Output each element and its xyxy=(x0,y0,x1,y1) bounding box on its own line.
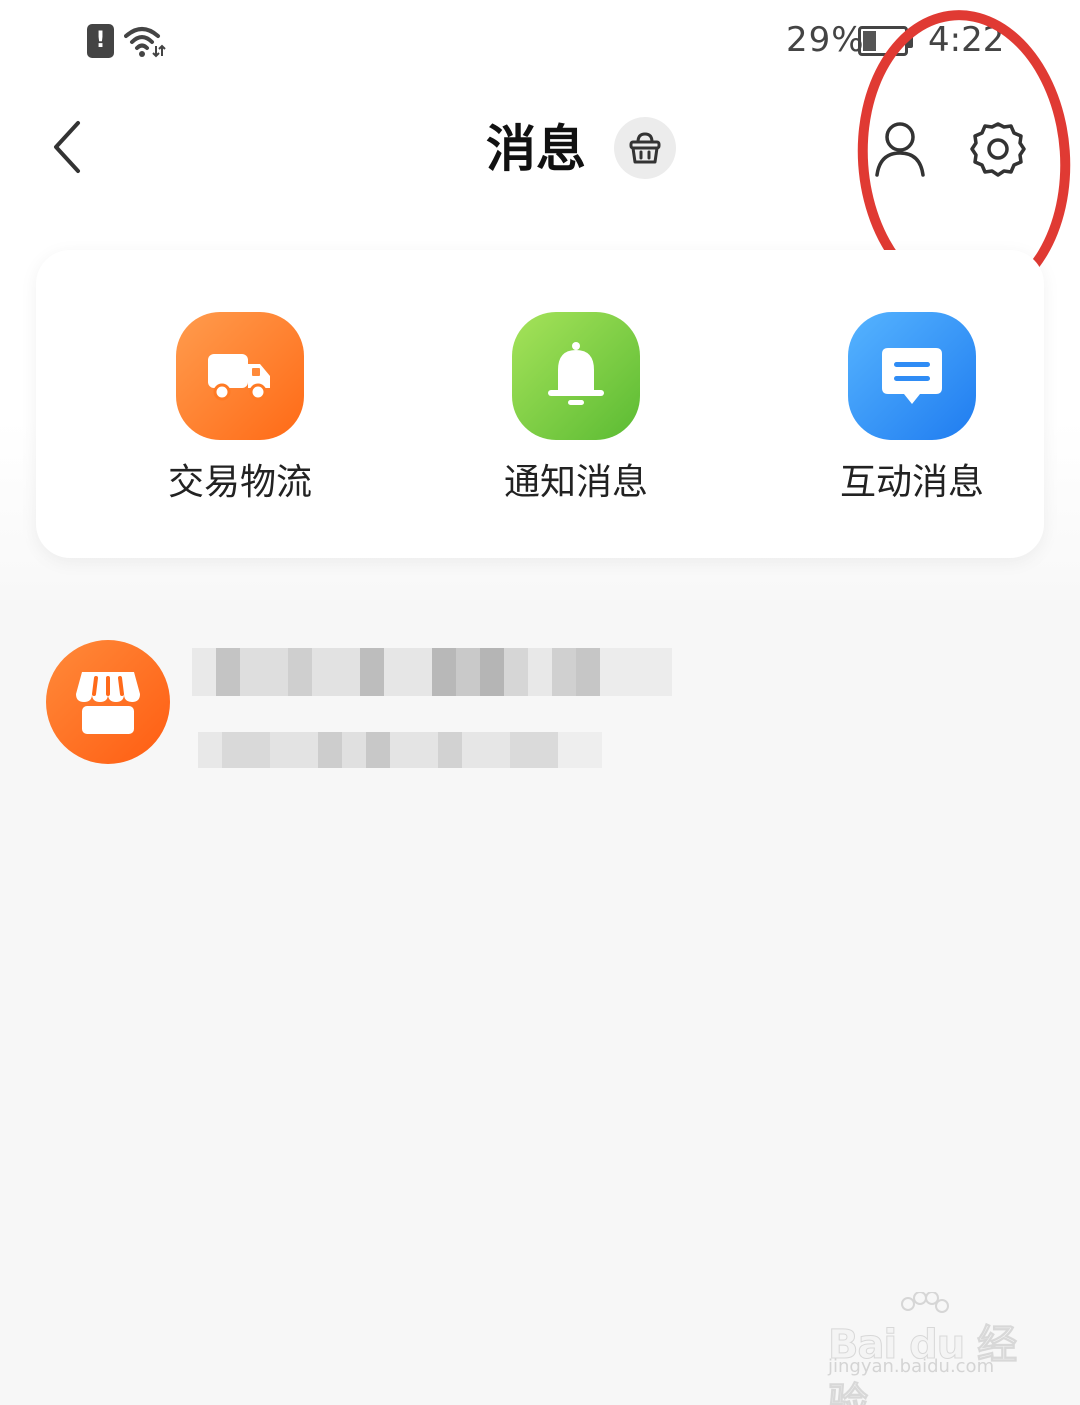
store-icon xyxy=(76,672,140,734)
battery-fill xyxy=(863,31,876,51)
nav-bar: 消息 xyxy=(0,95,1080,205)
conversation-name-redacted xyxy=(192,648,672,696)
category-trade-logistics[interactable]: 交易物流 xyxy=(140,312,340,512)
clock: 4:22 xyxy=(928,20,1005,60)
battery-tip xyxy=(908,34,913,48)
truck-icon xyxy=(176,312,304,440)
page-title: 消息 xyxy=(486,120,586,178)
store-avatar xyxy=(46,640,170,764)
conversation-item[interactable] xyxy=(0,620,1080,810)
category-label: 互动消息 xyxy=(839,462,984,503)
chat-message-icon xyxy=(848,312,976,440)
category-label: 交易物流 xyxy=(167,462,312,503)
bell-icon xyxy=(512,312,640,440)
settings-gear-icon[interactable] xyxy=(968,119,1028,179)
category-notifications[interactable]: 通知消息 xyxy=(476,312,676,512)
back-arrow-icon[interactable] xyxy=(40,115,100,179)
contacts-icon[interactable] xyxy=(872,119,928,179)
wifi-icon xyxy=(124,27,166,58)
watermark-logo-text: Bai du 经验 xyxy=(828,1322,1018,1405)
basket-icon xyxy=(629,132,661,164)
category-interactions[interactable]: 互动消息 xyxy=(812,312,1012,512)
battery-percent: 29% xyxy=(786,20,865,60)
baidu-jingyan-watermark: Bai du 经验 jingyan.baidu.com xyxy=(828,1292,1028,1405)
conversation-preview-redacted xyxy=(198,732,602,768)
battery-icon xyxy=(858,26,908,56)
category-label: 通知消息 xyxy=(503,462,648,503)
message-category-card: 交易物流 通知消息 互动消息 xyxy=(36,250,1044,558)
status-bar: ! 29% 4:22 xyxy=(0,0,1080,90)
alert-icon: ! xyxy=(87,24,114,58)
watermark-url: jingyan.baidu.com xyxy=(828,1356,995,1377)
paw-logo-icon xyxy=(901,1292,949,1313)
clean-button[interactable] xyxy=(614,117,676,179)
